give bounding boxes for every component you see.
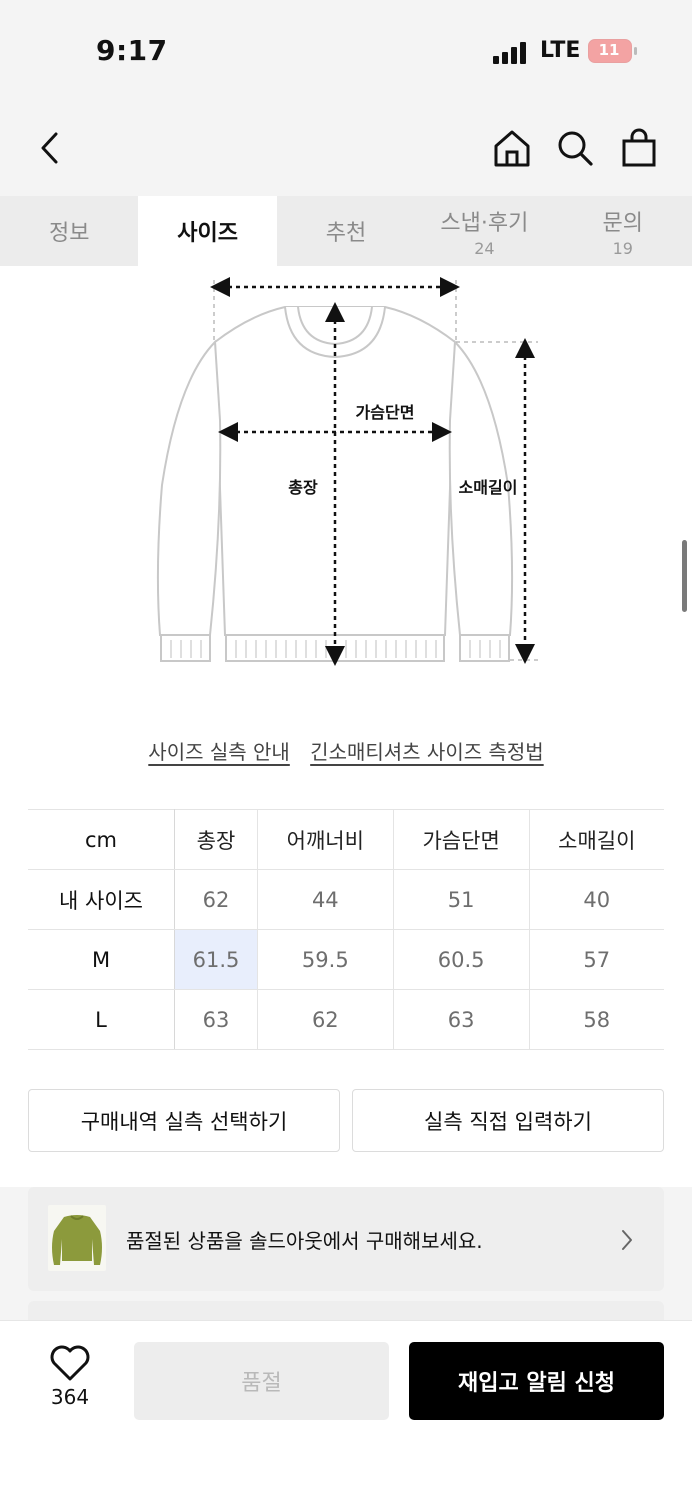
promo-section: 품절된 상품을 솔드아웃에서 구매해보세요. bbox=[0, 1187, 692, 1341]
table-row-label: L bbox=[28, 989, 176, 1050]
tab-label: 추천 bbox=[325, 221, 367, 246]
scrollbar[interactable] bbox=[682, 540, 687, 612]
table-row-label: M bbox=[28, 929, 176, 990]
size-diagram: 가슴단면 총장 소매길이 bbox=[156, 277, 538, 666]
table-cell-highlighted: 61.5 bbox=[174, 929, 258, 990]
table-header: cm bbox=[28, 809, 176, 870]
tab-snap-review[interactable]: 스냅·후기 24 bbox=[415, 196, 553, 266]
promo-text: 품절된 상품을 솔드아웃에서 구매해보세요. bbox=[126, 1229, 483, 1253]
diagram-sleeve-label: 소매길이 bbox=[459, 478, 518, 497]
table-header: 어깨너비 bbox=[256, 809, 394, 870]
tab-label: 정보 bbox=[48, 221, 90, 246]
table-cell: 60.5 bbox=[392, 929, 530, 990]
diagram-chest-label: 가슴단면 bbox=[356, 403, 415, 422]
tab-label: 사이즈 bbox=[177, 221, 238, 246]
table-cell: 62 bbox=[256, 989, 394, 1050]
soldout-button: 품절 bbox=[134, 1342, 389, 1420]
table-cell: 57 bbox=[528, 929, 664, 990]
table-cell: 59.5 bbox=[256, 929, 394, 990]
search-icon[interactable] bbox=[553, 126, 597, 170]
table-row[interactable]: L 63 62 63 58 bbox=[28, 989, 664, 1050]
size-table: cm 총장 어깨너비 가슴단면 소매길이 내 사이즈 62 44 51 40 M… bbox=[28, 809, 664, 1050]
tab-recommend[interactable]: 추천 bbox=[277, 196, 415, 266]
select-purchase-measurement-button[interactable]: 구매내역 실측 선택하기 bbox=[28, 1089, 340, 1152]
tab-label: 스냅·후기 bbox=[440, 210, 529, 236]
tab-count: 19 bbox=[612, 238, 633, 258]
table-cell: 51 bbox=[392, 869, 530, 930]
table-header: 가슴단면 bbox=[392, 809, 530, 870]
heart-icon[interactable] bbox=[48, 1343, 92, 1383]
status-time: 9:17 bbox=[96, 34, 168, 67]
tab-count: 24 bbox=[474, 238, 495, 258]
table-row[interactable]: M 61.5 59.5 60.5 57 bbox=[28, 929, 664, 990]
top-nav-bar bbox=[0, 100, 692, 196]
battery-level: 11 bbox=[598, 41, 620, 59]
battery-icon: 11 bbox=[588, 39, 637, 63]
product-tabs: 정보 사이즈 추천 스냅·후기 24 문의 19 bbox=[0, 196, 692, 266]
table-cell: 40 bbox=[528, 869, 664, 930]
table-cell: 58 bbox=[528, 989, 664, 1050]
measurement-actions: 구매내역 실측 선택하기 실측 직접 입력하기 bbox=[28, 1089, 664, 1152]
table-cell: 63 bbox=[392, 989, 530, 1050]
restock-notify-button[interactable]: 재입고 알림 신청 bbox=[409, 1342, 664, 1420]
like-count: 364 bbox=[50, 1385, 90, 1409]
product-thumbnail bbox=[48, 1205, 106, 1271]
table-header: 총장 bbox=[174, 809, 258, 870]
tab-label: 문의 bbox=[602, 210, 643, 236]
measure-method-link[interactable]: 긴소매티셔츠 사이즈 측정법 bbox=[310, 740, 544, 764]
size-guide-link[interactable]: 사이즈 실측 안내 bbox=[148, 740, 290, 764]
chevron-right-icon bbox=[620, 1229, 634, 1255]
table-header: 소매길이 bbox=[528, 809, 664, 870]
direct-input-measurement-button[interactable]: 실측 직접 입력하기 bbox=[352, 1089, 664, 1152]
home-icon[interactable] bbox=[490, 126, 534, 170]
table-cell: 44 bbox=[256, 869, 394, 930]
soldout-promo-banner[interactable]: 품절된 상품을 솔드아웃에서 구매해보세요. bbox=[28, 1187, 664, 1291]
tab-info[interactable]: 정보 bbox=[0, 196, 138, 266]
tab-inquiry[interactable]: 문의 19 bbox=[554, 196, 692, 266]
status-bar: 9:17 LTE 11 bbox=[0, 0, 692, 100]
table-row[interactable]: 내 사이즈 62 44 51 40 bbox=[28, 869, 664, 930]
shopping-bag-icon[interactable] bbox=[617, 126, 661, 170]
tab-size[interactable]: 사이즈 bbox=[138, 196, 277, 266]
table-cell: 63 bbox=[174, 989, 258, 1050]
bottom-action-bar: 364 품절 재입고 알림 신청 bbox=[0, 1320, 692, 1500]
table-header-row: cm 총장 어깨너비 가슴단면 소매길이 bbox=[28, 809, 664, 870]
network-type: LTE bbox=[540, 38, 581, 63]
table-cell: 62 bbox=[174, 869, 258, 930]
back-icon[interactable] bbox=[28, 126, 72, 170]
size-guide-links: 사이즈 실측 안내 긴소매티셔츠 사이즈 측정법 bbox=[0, 736, 692, 765]
table-row-label: 내 사이즈 bbox=[28, 869, 176, 930]
signal-icon bbox=[493, 40, 529, 64]
diagram-length-label: 총장 bbox=[288, 478, 318, 497]
